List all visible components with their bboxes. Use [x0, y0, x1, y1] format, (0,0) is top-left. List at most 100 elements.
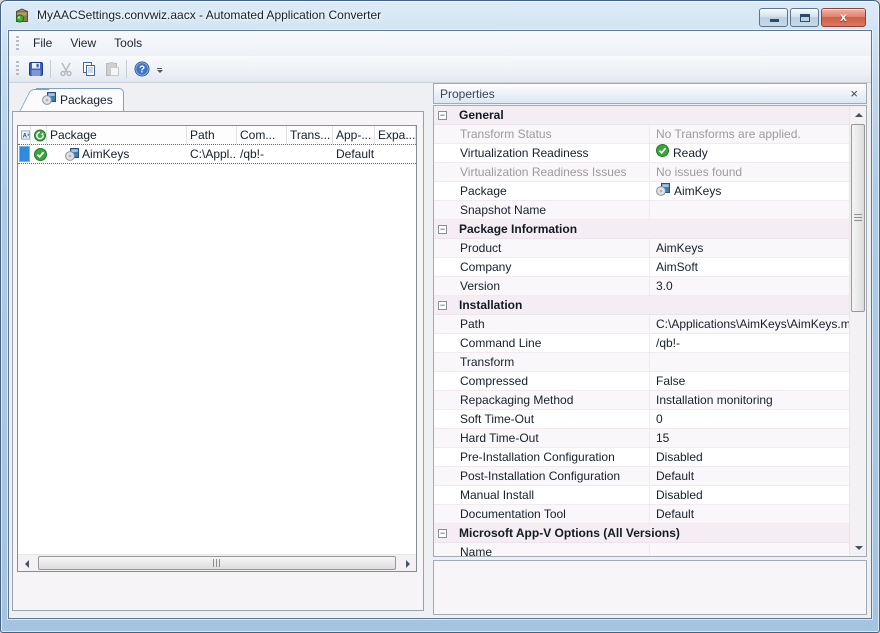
property-value: False: [650, 372, 849, 390]
property-name: Package: [434, 182, 650, 200]
maximize-button[interactable]: [790, 8, 819, 27]
scrollbar-thumb[interactable]: [38, 556, 396, 570]
property-description-panel: [433, 560, 867, 615]
property-row-compressed[interactable]: CompressedFalse: [434, 372, 849, 391]
property-row-product[interactable]: ProductAimKeys: [434, 239, 849, 258]
menu-item-view[interactable]: View: [61, 33, 105, 54]
app-window: MyAACSettings.convwiz.aacx - Automated A…: [0, 0, 880, 633]
package-icon: [42, 91, 56, 110]
copy-button[interactable]: [77, 58, 100, 80]
property-row-virtualization-readiness-issues[interactable]: Virtualization Readiness IssuesNo issues…: [434, 163, 849, 182]
property-row-transform-status[interactable]: Transform StatusNo Transforms are applie…: [434, 125, 849, 144]
table-row[interactable]: AimKeysC:\Appl.../qb!-Default: [18, 145, 416, 164]
section-header-package-information[interactable]: − Package Information: [434, 220, 849, 239]
column-header-trans[interactable]: Trans...: [287, 126, 333, 144]
property-row-soft-time-out[interactable]: Soft Time-Out0: [434, 410, 849, 429]
section-label: Package Information: [459, 222, 577, 236]
svg-text:A: A: [23, 133, 28, 139]
packages-table: A PackagePathCom...Trans...App-...Expa...…: [17, 125, 417, 572]
property-name: Pre-Installation Configuration: [434, 448, 650, 466]
tab-packages[interactable]: Packages: [36, 88, 124, 111]
column-header-package[interactable]: Package: [47, 126, 187, 144]
property-name: Manual Install: [434, 486, 650, 504]
property-value: [650, 201, 849, 219]
property-row-company[interactable]: CompanyAimSoft: [434, 258, 849, 277]
save-button[interactable]: [24, 58, 47, 80]
property-row-repackaging-method[interactable]: Repackaging MethodInstallation monitorin…: [434, 391, 849, 410]
close-button[interactable]: x: [821, 8, 866, 27]
menu-item-file[interactable]: File: [24, 33, 61, 54]
client-area: FileViewTools ? Packages APackagePathCom…: [8, 30, 872, 619]
collapse-icon[interactable]: −: [438, 301, 447, 310]
svg-text:?: ?: [138, 65, 144, 76]
menubar-grip-icon: [16, 36, 19, 52]
collapse-icon[interactable]: −: [438, 111, 447, 120]
package-icon: [65, 147, 79, 161]
column-header-app[interactable]: App-...: [333, 126, 375, 144]
ok-check-icon: [34, 148, 47, 161]
tab-label: Packages: [60, 93, 113, 107]
vertical-scrollbar[interactable]: [849, 106, 866, 556]
section-label: Installation: [459, 298, 522, 312]
menu-item-tools[interactable]: Tools: [105, 33, 151, 54]
property-name: Repackaging Method: [434, 391, 650, 409]
scroll-up-button[interactable]: [850, 106, 867, 123]
scrollbar-thumb[interactable]: [851, 124, 865, 312]
column-header-expa[interactable]: Expa...: [375, 126, 416, 144]
property-row-snapshot-name[interactable]: Snapshot Name: [434, 201, 849, 220]
thumb-grip-icon: [854, 214, 862, 223]
collapse-icon[interactable]: −: [438, 225, 447, 234]
property-row-documentation-tool[interactable]: Documentation ToolDefault: [434, 505, 849, 524]
property-value: [650, 353, 849, 371]
column-header-icon0[interactable]: A: [18, 126, 31, 144]
property-value: No Transforms are applied.: [650, 125, 849, 143]
property-row-name[interactable]: Name: [434, 543, 849, 556]
section-header-general[interactable]: −General: [434, 106, 849, 125]
property-value: Installation monitoring: [650, 391, 849, 409]
minimize-icon: [770, 19, 779, 22]
package-icon: [656, 182, 670, 196]
property-name: Snapshot Name: [434, 201, 650, 219]
column-header-path[interactable]: Path: [187, 126, 237, 144]
column-header-com[interactable]: Com...: [237, 126, 287, 144]
scroll-left-button[interactable]: [18, 555, 35, 572]
property-name: Transform: [434, 353, 650, 371]
property-row-virtualization-readiness[interactable]: Virtualization ReadinessReady: [434, 144, 849, 163]
minimize-button[interactable]: [759, 8, 788, 27]
property-value: 0: [650, 410, 849, 428]
scroll-down-button[interactable]: [850, 539, 867, 556]
property-name: Command Line: [434, 334, 650, 352]
close-icon[interactable]: ×: [848, 87, 860, 100]
property-name: Post-Installation Configuration: [434, 467, 650, 485]
property-row-path[interactable]: PathC:\Applications\AimKeys\AimKeys.msi: [434, 315, 849, 334]
packages-tab-page: A PackagePathCom...Trans...App-...Expa...…: [12, 111, 424, 611]
property-row-command-line[interactable]: Command Line/qb!-: [434, 334, 849, 353]
column-header-icon1[interactable]: [31, 126, 47, 144]
property-row-version[interactable]: Version3.0: [434, 277, 849, 296]
properties-header: Properties ×: [433, 83, 867, 104]
properties-panel: Properties × −GeneralTransform StatusNo …: [433, 83, 867, 615]
scroll-right-button[interactable]: [399, 555, 416, 572]
toolbar-overflow-button[interactable]: [154, 58, 165, 80]
property-row-hard-time-out[interactable]: Hard Time-Out15: [434, 429, 849, 448]
property-row-pre-installation-configuration[interactable]: Pre-Installation ConfigurationDisabled: [434, 448, 849, 467]
scrollbar-track[interactable]: [35, 555, 399, 571]
help-button[interactable]: ?: [130, 58, 153, 80]
arrow-up-icon: [855, 113, 863, 117]
property-value: AimKeys: [650, 239, 849, 257]
scissors-icon: [58, 61, 74, 77]
package-name: AimKeys: [82, 147, 129, 161]
property-row-transform[interactable]: Transform: [434, 353, 849, 372]
section-header-installation[interactable]: − Installation: [434, 296, 849, 315]
property-row-package[interactable]: PackageAimKeys: [434, 182, 849, 201]
titlebar[interactable]: MyAACSettings.convwiz.aacx - Automated A…: [1, 1, 879, 30]
menubar: FileViewTools: [9, 31, 871, 56]
arrow-down-icon: [855, 546, 863, 550]
horizontal-scrollbar[interactable]: [18, 554, 416, 571]
property-row-manual-install[interactable]: Manual InstallDisabled: [434, 486, 849, 505]
toolbar-separator: [126, 60, 127, 78]
collapse-icon[interactable]: −: [438, 529, 447, 538]
section-header-microsoft-app-v-options-all-versions-[interactable]: −Microsoft App-V Options (All Versions): [434, 524, 849, 543]
properties-title: Properties: [440, 87, 848, 101]
property-row-post-installation-configuration[interactable]: Post-Installation ConfigurationDefault: [434, 467, 849, 486]
